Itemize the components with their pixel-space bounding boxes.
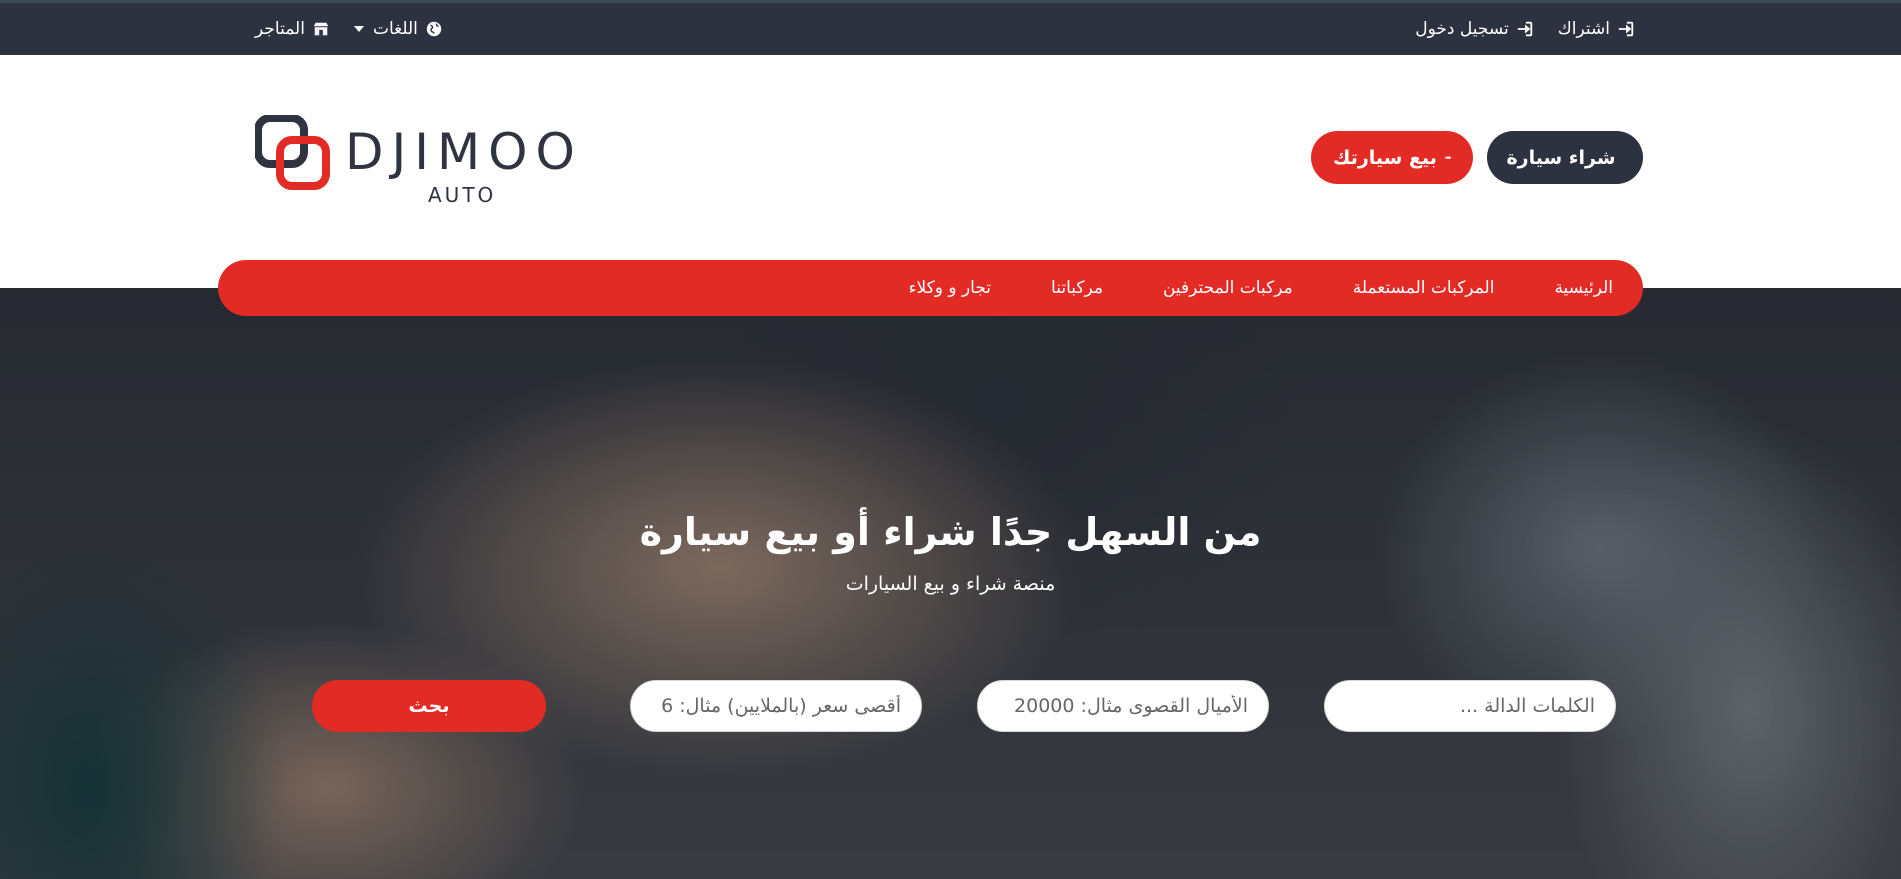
globe-icon bbox=[426, 21, 442, 37]
login-link[interactable]: تسجيل دخول bbox=[1415, 19, 1534, 39]
sign-in-icon bbox=[1618, 21, 1634, 37]
nav-list: الرئيسية المركبات المستعملة مركبات المحت… bbox=[908, 260, 1613, 316]
sign-in-icon bbox=[1517, 21, 1532, 37]
main-nav: الرئيسية المركبات المستعملة مركبات المحت… bbox=[218, 260, 1643, 316]
stores-link[interactable]: المتاجر bbox=[255, 19, 330, 39]
logo-text: DJIMOO bbox=[345, 123, 583, 181]
site-header: DJIMOO AUTO شراء سيارة بيع سيارتك bbox=[0, 55, 1901, 288]
subscribe-label: اشتراك bbox=[1557, 19, 1610, 39]
search-button[interactable]: بحث bbox=[312, 680, 546, 732]
nav-item-used-vehicles[interactable]: المركبات المستعملة bbox=[1353, 278, 1495, 298]
subscribe-link[interactable]: اشتراك bbox=[1558, 19, 1635, 39]
site-links: اللغات المتاجر bbox=[255, 19, 443, 39]
header-actions: شراء سيارة بيع سيارتك bbox=[1311, 131, 1643, 184]
languages-dropdown[interactable]: اللغات bbox=[353, 19, 443, 39]
stores-label: المتاجر bbox=[255, 19, 305, 39]
login-label: تسجيل دخول bbox=[1415, 19, 1509, 39]
keywords-input[interactable] bbox=[1324, 680, 1616, 732]
nav-item-pro-vehicles[interactable]: مركبات المحترفين bbox=[1163, 278, 1293, 298]
sell-car-button[interactable]: بيع سيارتك bbox=[1311, 131, 1473, 184]
buy-car-label: شراء سيارة bbox=[1506, 146, 1616, 169]
hero-title: من السهل جدًا شراء أو بيع سيارة bbox=[639, 510, 1262, 554]
max-price-input[interactable] bbox=[630, 680, 922, 732]
languages-label: اللغات bbox=[372, 19, 418, 39]
handshake-icon bbox=[1444, 155, 1451, 159]
sell-car-label: بيع سيارتك bbox=[1333, 146, 1437, 169]
nav-item-home[interactable]: الرئيسية bbox=[1554, 278, 1613, 298]
search-button-label: بحث bbox=[408, 695, 450, 717]
hero-subtitle: منصة شراء و بيع السيارات bbox=[845, 573, 1056, 595]
site-logo[interactable]: DJIMOO AUTO bbox=[255, 115, 575, 207]
nav-item-dealers[interactable]: تجار و وكلاء bbox=[908, 278, 991, 298]
logo-subtext: AUTO bbox=[428, 183, 497, 207]
caret-down-icon bbox=[353, 26, 364, 32]
buy-car-button[interactable]: شراء سيارة bbox=[1487, 131, 1643, 184]
account-links: اشتراك تسجيل دخول bbox=[1415, 19, 1635, 39]
top-bar: اشتراك تسجيل دخول اللغات المتاجر bbox=[0, 0, 1901, 55]
store-icon bbox=[313, 22, 329, 36]
logo-mark-icon bbox=[255, 115, 330, 190]
nav-item-our-vehicles[interactable]: مركباتنا bbox=[1051, 278, 1103, 298]
max-miles-input[interactable] bbox=[977, 680, 1269, 732]
